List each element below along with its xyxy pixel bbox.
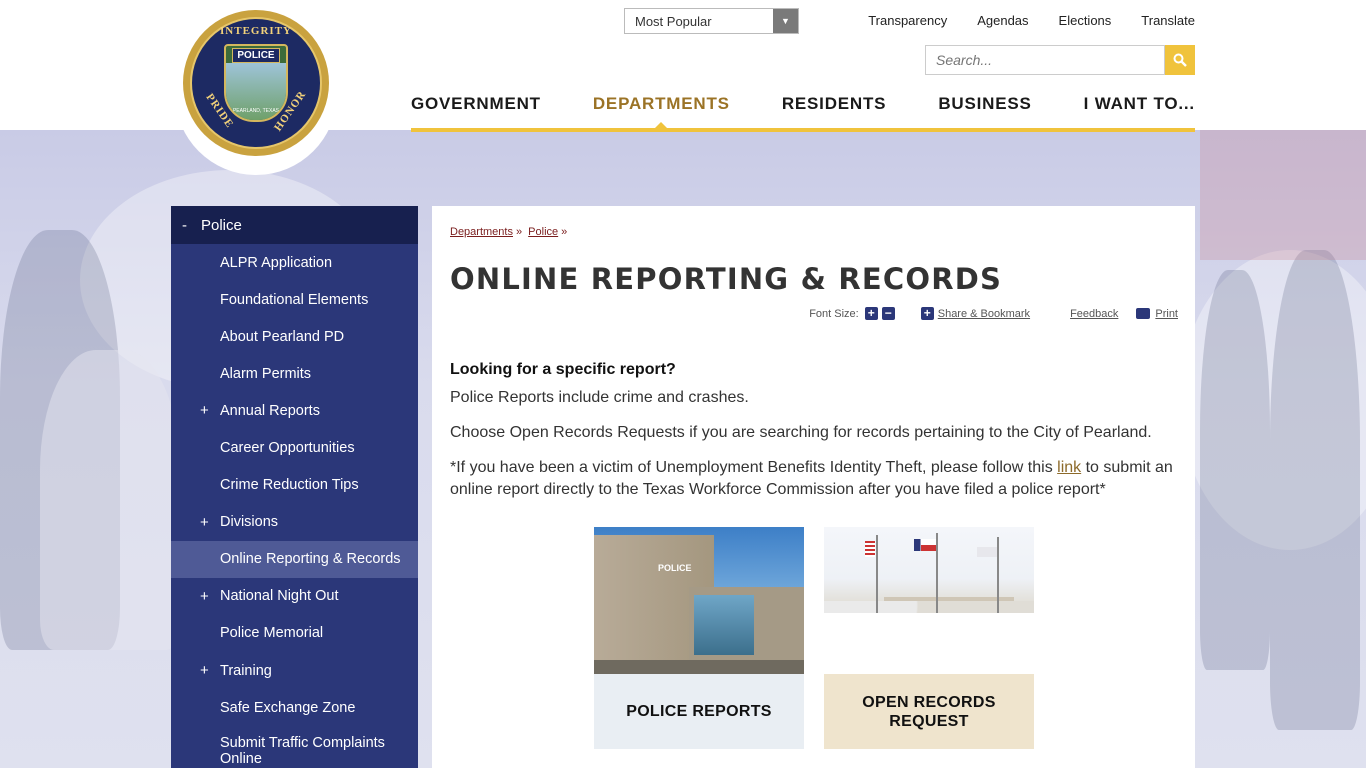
sidebar-item-traffic-complaints[interactable]: Submit Traffic Complaints Online	[171, 726, 418, 768]
main-navigation: GOVERNMENT DEPARTMENTS RESIDENTS BUSINES…	[411, 90, 1195, 132]
sidebar-item-crime-reduction-tips[interactable]: Crime Reduction Tips	[171, 467, 418, 504]
site-search	[925, 45, 1195, 75]
feedback-link[interactable]: Feedback	[1070, 308, 1118, 320]
paragraph-police-reports: Police Reports include crime and crashes…	[450, 389, 749, 406]
collapse-icon: -	[182, 216, 187, 234]
sidebar-item-career-opportunities[interactable]: Career Opportunities	[171, 429, 418, 466]
sidebar-heading[interactable]: - Police	[171, 206, 418, 244]
font-decrease-icon[interactable]: −	[881, 307, 895, 320]
share-bookmark-link[interactable]: Share & Bookmark	[938, 308, 1030, 320]
util-link-agendas[interactable]: Agendas	[977, 13, 1028, 28]
sidebar-item-about-pearland-pd[interactable]: About Pearland PD	[171, 318, 418, 355]
sidebar-item-foundational-elements[interactable]: Foundational Elements	[171, 281, 418, 318]
content-heading: Looking for a specific report?	[450, 361, 676, 378]
sidebar-item-online-reporting[interactable]: Online Reporting & Records	[171, 540, 418, 578]
nav-i-want-to[interactable]: I WANT TO...	[1084, 90, 1195, 114]
expand-plus-icon[interactable]: +	[200, 514, 209, 531]
main-content: Departments» Police» ONLINE REPORTING & …	[432, 206, 1195, 768]
body-text: Looking for a specific report? Police Re…	[450, 359, 1180, 514]
sidebar-item-police-memorial[interactable]: Police Memorial	[171, 615, 418, 652]
building-sign: POLICE	[658, 563, 692, 573]
breadcrumb: Departments» Police»	[450, 226, 568, 238]
paragraph-identity-theft: *If you have been a victim of Unemployme…	[450, 459, 1173, 498]
flags-photo	[824, 527, 1034, 613]
search-input[interactable]	[925, 45, 1165, 75]
util-link-translate[interactable]: Translate	[1141, 13, 1195, 28]
badge-shield-icon: POLICE PEARLAND, TEXAS	[224, 44, 288, 122]
sidebar-heading-label: Police	[201, 216, 242, 234]
breadcrumb-departments[interactable]: Departments	[450, 226, 513, 238]
nav-government[interactable]: GOVERNMENT	[411, 90, 541, 114]
logo-word-top: INTEGRITY	[220, 25, 292, 37]
util-link-transparency[interactable]: Transparency	[868, 13, 947, 28]
dropdown-selected-value: Most Popular	[635, 13, 712, 29]
page-tools: Font Size: + − + Share & Bookmark Feedba…	[809, 307, 1178, 320]
police-seal-logo[interactable]: INTEGRITY PRIDE HONOR POLICE PEARLAND, T…	[183, 10, 329, 156]
active-caret-icon	[654, 122, 669, 129]
paragraph-open-records: Choose Open Records Requests if you are …	[450, 424, 1152, 441]
police-station-photo: POLICE	[594, 527, 804, 674]
sidebar-list: ALPR Application Foundational Elements A…	[171, 244, 418, 768]
most-popular-dropdown[interactable]: Most Popular ▼	[624, 8, 799, 34]
sidebar-item-alarm-permits[interactable]: Alarm Permits	[171, 355, 418, 392]
sidebar-item-training[interactable]: + Training	[171, 652, 418, 689]
expand-plus-icon[interactable]: +	[200, 402, 209, 419]
sidebar-item-annual-reports[interactable]: + Annual Reports	[171, 392, 418, 429]
card-label-police-reports: POLICE REPORTS	[594, 674, 804, 749]
logo-banner: POLICE	[232, 48, 280, 63]
font-size-label: Font Size:	[809, 307, 859, 320]
logo-container: INTEGRITY PRIDE HONOR POLICE PEARLAND, T…	[175, 0, 337, 175]
font-increase-icon[interactable]: +	[864, 307, 878, 320]
util-link-elections[interactable]: Elections	[1059, 13, 1112, 28]
expand-plus-icon[interactable]: +	[200, 662, 209, 679]
utility-nav: Transparency Agendas Elections Translate	[868, 13, 1195, 28]
sidebar-item-safe-exchange-zone[interactable]: Safe Exchange Zone	[171, 689, 418, 726]
nav-business[interactable]: BUSINESS	[938, 90, 1031, 114]
page-title: ONLINE REPORTING & RECORDS	[450, 262, 1003, 296]
twc-report-link[interactable]: link	[1057, 459, 1081, 476]
sidebar-item-divisions[interactable]: + Divisions	[171, 504, 418, 541]
card-label-open-records: OPEN RECORDS REQUEST	[824, 674, 1034, 749]
expand-plus-icon[interactable]: +	[200, 588, 209, 605]
breadcrumb-police[interactable]: Police	[528, 226, 558, 238]
search-button[interactable]	[1165, 45, 1195, 75]
card-open-records[interactable]: OPEN RECORDS REQUEST	[824, 527, 1034, 749]
sidebar-item-national-night-out[interactable]: + National Night Out	[171, 578, 418, 615]
print-link[interactable]: Print	[1155, 308, 1178, 320]
search-icon	[1173, 53, 1187, 67]
sidebar-item-alpr-application[interactable]: ALPR Application	[171, 244, 418, 281]
nav-residents[interactable]: RESIDENTS	[782, 90, 887, 114]
logo-small-text: PEARLAND, TEXAS	[232, 108, 280, 114]
chevron-down-icon: ▼	[773, 9, 798, 33]
card-police-reports[interactable]: POLICE POLICE REPORTS	[594, 527, 804, 749]
report-cards: POLICE POLICE REPORTS OPEN RECORDS REQUE…	[594, 527, 1034, 749]
share-plus-icon[interactable]: +	[920, 307, 934, 320]
section-sidebar: - Police ALPR Application Foundational E…	[171, 206, 418, 768]
printer-icon[interactable]	[1136, 308, 1151, 319]
nav-departments[interactable]: DEPARTMENTS	[593, 90, 730, 129]
